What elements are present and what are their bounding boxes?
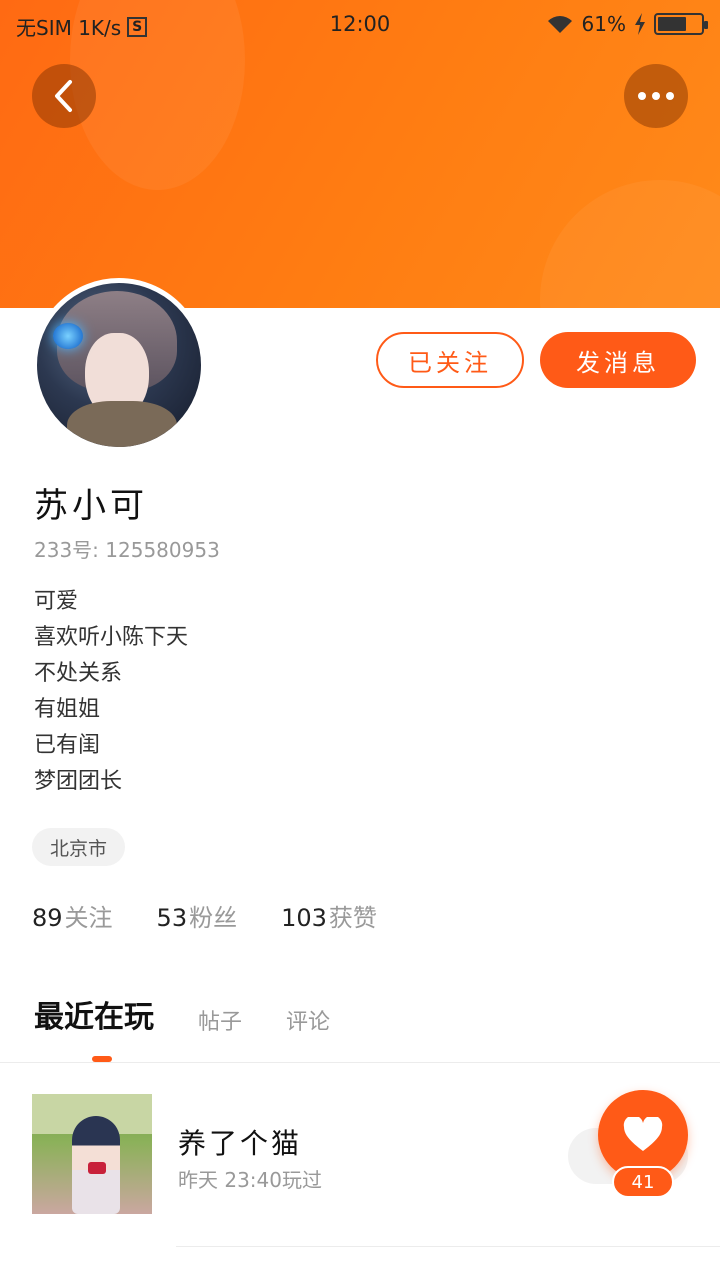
profile-stats: 89关注 53粉丝 103获赞 [32, 898, 377, 933]
send-message-button[interactable]: 发消息 [540, 332, 696, 388]
butterfly-decoration [53, 323, 83, 349]
game-thumbnail [32, 1094, 152, 1214]
tab-comments[interactable]: 评论 [286, 1004, 330, 1036]
back-button[interactable] [32, 64, 96, 128]
avatar[interactable] [32, 278, 206, 452]
bio-line: 可爱 [34, 589, 79, 614]
tab-recently-played[interactable]: 最近在玩 [34, 992, 154, 1036]
wifi-icon [547, 16, 572, 33]
stat-label: 关注 [64, 904, 113, 932]
stat-followers[interactable]: 53粉丝 [157, 898, 238, 933]
game-title: 养了个猫 [178, 1127, 303, 1160]
bio-line: 梦团团长 [34, 769, 123, 794]
stat-label: 粉丝 [189, 904, 238, 932]
game-last-played: 昨天 23:40玩过 [178, 1168, 322, 1192]
stat-value: 53 [156, 904, 188, 932]
battery-percent: 61% [581, 12, 626, 36]
bio-line: 已有闺 [34, 733, 101, 758]
followed-button[interactable]: 已关注 [376, 332, 524, 388]
status-bar: 无SIM 1K/s S 12:00 61% [0, 0, 720, 48]
more-dots-icon [638, 92, 674, 100]
like-count-badge: 41 [612, 1166, 674, 1198]
stat-label: 获赞 [328, 904, 377, 932]
more-button[interactable] [624, 64, 688, 128]
stat-value: 103 [281, 904, 327, 932]
stat-likes[interactable]: 103获赞 [281, 898, 377, 933]
status-right: 61% [546, 12, 708, 36]
user-id: 233号: 125580953 [34, 538, 220, 562]
battery-icon [654, 13, 708, 35]
profile-tabs: 最近在玩 帖子 评论 [34, 992, 374, 1036]
divider [176, 1246, 720, 1247]
bio-line: 有姐姐 [34, 697, 101, 722]
bio-line: 喜欢听小陈下天 [34, 625, 189, 650]
stat-value: 89 [32, 904, 63, 932]
tab-posts[interactable]: 帖子 [198, 1004, 242, 1036]
header-decoration [540, 180, 720, 308]
location-tag: 北京市 [32, 828, 126, 866]
bio-line: 不处关系 [34, 661, 123, 686]
username: 苏小可 [34, 486, 148, 526]
heart-icon [623, 1117, 663, 1151]
charging-icon [635, 13, 645, 35]
chevron-left-icon [55, 80, 72, 112]
stat-following[interactable]: 89关注 [32, 898, 113, 933]
bio: 可爱 喜欢听小陈下天 不处关系 有姐姐 已有闺 梦团团长 [34, 584, 188, 800]
